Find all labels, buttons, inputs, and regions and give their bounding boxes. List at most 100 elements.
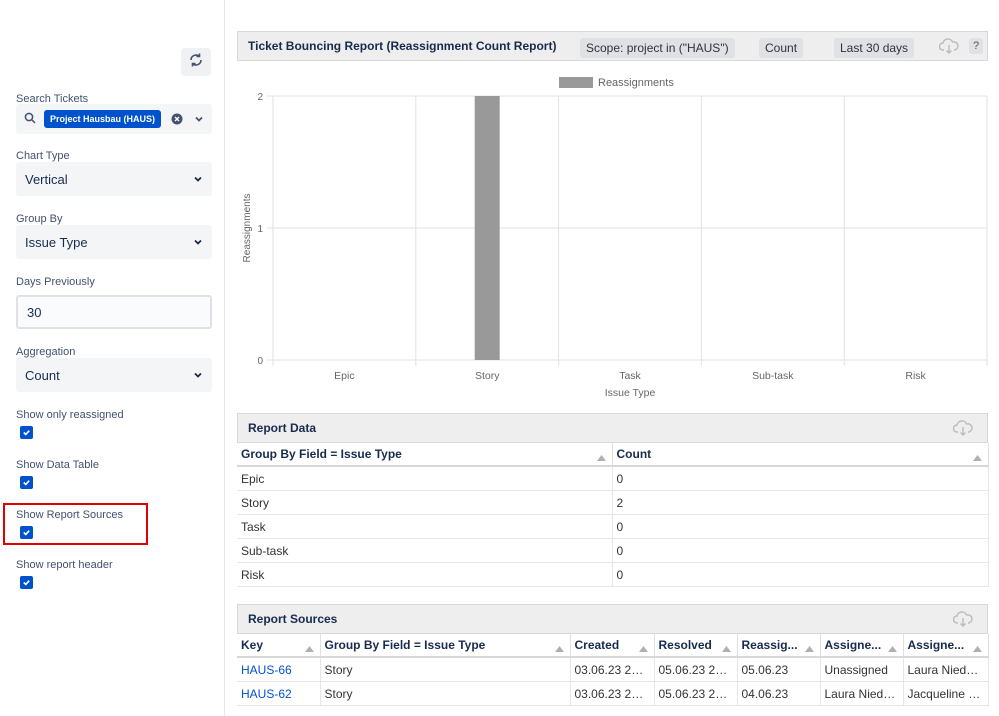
column-header[interactable]: Assigne... <box>820 634 904 658</box>
refresh-icon <box>188 52 204 73</box>
table-cell: 2 <box>612 490 989 515</box>
table-cell: 04.06.23 <box>737 681 821 706</box>
search-tickets-field[interactable]: Project Hausbau (HAUS) <box>16 104 212 134</box>
column-header[interactable]: Assigne... <box>903 634 989 658</box>
show-only-reassigned-checkbox[interactable] <box>20 426 33 439</box>
x-tick-label: Task <box>619 370 641 382</box>
refresh-button[interactable] <box>181 48 211 76</box>
group-by-value: Issue Type <box>25 234 88 250</box>
table-cell: 05.06.23 22:53 <box>654 657 738 682</box>
table-cell: 0 <box>612 562 989 587</box>
show-data-table-label: Show Data Table <box>16 459 99 471</box>
table-row: Task 0 <box>237 514 989 539</box>
table-cell: Laura Nieder... <box>820 681 904 706</box>
sort-asc-icon <box>804 641 814 655</box>
report-sources-header: Report Sources <box>237 604 988 634</box>
table-row: Risk 0 <box>237 562 989 587</box>
chevron-down-icon <box>193 370 203 380</box>
sort-asc-icon <box>887 641 897 655</box>
sort-asc-icon <box>972 450 982 464</box>
x-axis-title: Issue Type <box>605 387 656 399</box>
report-data-table: Group By Field = Issue Type Count Epic 0 St… <box>237 443 989 587</box>
show-data-table-checkbox[interactable] <box>20 476 33 489</box>
table-cell: 03.06.23 20:20 <box>570 657 655 682</box>
sort-asc-icon <box>721 641 731 655</box>
x-tick-label: Epic <box>334 370 354 382</box>
scope-badge: Scope: project in ("HAUS") <box>580 38 735 58</box>
period-badge: Last 30 days <box>834 38 915 58</box>
legend-label: Reassignments <box>598 77 674 89</box>
reassignment-chart: Reassignments 0 1 2 Epic Story Task Sub-task Ris… <box>237 66 988 406</box>
column-header[interactable]: Count <box>612 443 989 467</box>
table-cell: Risk <box>237 562 613 587</box>
table-cell: Story <box>320 657 571 682</box>
column-header[interactable]: Created <box>570 634 655 658</box>
table-row: Story 2 <box>237 490 989 515</box>
days-previously-label: Days Previously <box>16 276 95 288</box>
group-by-label: Group By <box>16 213 63 225</box>
cloud-download-icon[interactable] <box>952 611 973 630</box>
table-row: Sub-task 0 <box>237 538 989 563</box>
x-tick-label: Risk <box>905 370 926 382</box>
y-tick-label: 1 <box>257 224 263 235</box>
help-button[interactable]: ? <box>969 38 983 54</box>
column-header[interactable]: Group By Field = Issue Type <box>237 443 613 467</box>
table-cell: 0 <box>612 538 989 563</box>
table-row: HAUS-62 Story 03.06.23 20:19 05.06.23 22:52… <box>237 681 989 706</box>
show-report-header-checkbox[interactable] <box>20 576 33 589</box>
report-sources-title: Report Sources <box>248 612 338 626</box>
table-cell: Story <box>237 490 613 515</box>
highlight-box <box>3 503 148 545</box>
project-filter-chip[interactable]: Project Hausbau (HAUS) <box>44 110 162 128</box>
y-tick-label: 0 <box>257 356 263 367</box>
report-header: Ticket Bouncing Report (Reassignment Cou… <box>237 31 988 61</box>
sort-asc-icon <box>638 641 648 655</box>
sort-asc-icon <box>304 641 314 655</box>
table-cell: Sub-task <box>237 538 613 563</box>
aggregation-select[interactable]: Count <box>16 358 212 392</box>
table-cell: 0 <box>612 466 989 491</box>
issue-key-link[interactable]: HAUS-66 <box>237 657 321 682</box>
chart-type-value: Vertical <box>25 171 68 187</box>
sort-asc-icon <box>596 450 606 464</box>
x-tick-label: Story <box>475 370 500 382</box>
bar-chart-svg: Reassignments 0 1 2 Epic Story Task Sub-task Ris… <box>242 77 988 399</box>
days-previously-value: 30 <box>27 304 42 320</box>
issue-key-link[interactable]: HAUS-62 <box>237 681 321 706</box>
table-cell: Task <box>237 514 613 539</box>
cloud-download-icon[interactable] <box>938 38 959 57</box>
y-axis-title: Reassignments <box>242 194 253 263</box>
chart-type-select[interactable]: Vertical <box>16 162 212 196</box>
aggregation-value: Count <box>25 367 60 383</box>
column-header[interactable]: Group By Field = Issue Type <box>320 634 571 658</box>
show-report-header-label: Show report header <box>16 559 113 571</box>
table-row: HAUS-66 Story 03.06.23 20:20 05.06.23 22:53… <box>237 657 989 682</box>
clear-icon[interactable] <box>171 113 183 125</box>
table-cell: 05.06.23 <box>737 657 821 682</box>
sort-asc-icon <box>972 641 982 655</box>
column-header[interactable]: Resolved <box>654 634 738 658</box>
report-data-title: Report Data <box>248 421 317 435</box>
y-tick-label: 2 <box>257 92 263 103</box>
group-by-select[interactable]: Issue Type <box>16 225 212 259</box>
table-cell: Unassigned <box>820 657 904 682</box>
chevron-down-icon <box>193 237 203 247</box>
bar-story <box>474 96 500 360</box>
legend-swatch <box>559 77 593 88</box>
table-header-row: Key Group By Field = Issue Type Created Res… <box>237 634 989 658</box>
column-header[interactable]: Key <box>237 634 321 658</box>
report-data-header: Report Data <box>237 413 988 443</box>
chart-type-label: Chart Type <box>16 150 70 162</box>
sort-asc-icon <box>554 641 564 655</box>
report-sources-table: Key Group By Field = Issue Type Created Res… <box>237 634 989 706</box>
column-header[interactable]: Reassig... <box>737 634 821 658</box>
table-cell: 0 <box>612 514 989 539</box>
table-row: Epic 0 <box>237 466 989 491</box>
days-previously-input[interactable]: 30 <box>16 295 212 329</box>
chevron-down-icon[interactable] <box>194 114 204 124</box>
table-cell: Story <box>320 681 571 706</box>
table-cell: 03.06.23 20:19 <box>570 681 655 706</box>
x-tick-label: Sub-task <box>752 370 794 382</box>
aggregation-badge: Count <box>759 38 804 58</box>
cloud-download-icon[interactable] <box>952 420 973 439</box>
